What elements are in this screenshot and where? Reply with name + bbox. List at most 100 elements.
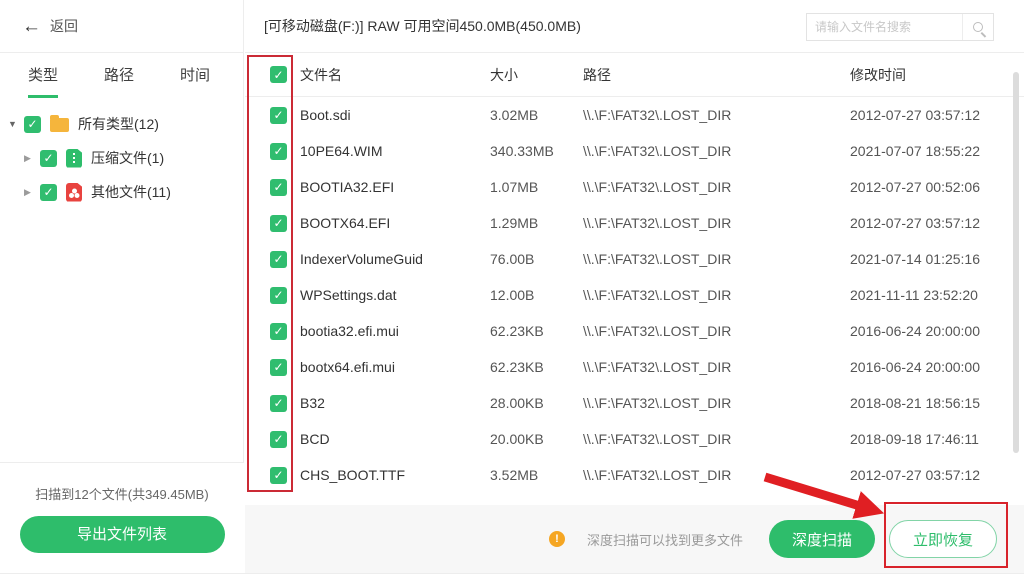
back-button[interactable]: ← 返回 — [0, 0, 243, 53]
tree-item-all-types[interactable]: ▼ 所有类型(12) — [0, 107, 243, 141]
back-arrow-icon: ← — [22, 17, 41, 36]
row-checkbox[interactable] — [270, 287, 287, 304]
file-mtime-cell: 2021-07-14 01:25:16 — [850, 251, 1024, 267]
export-file-list-button[interactable]: 导出文件列表 — [20, 516, 225, 553]
file-path-cell: \\.\F:\FAT32\.LOST_DIR — [583, 215, 850, 231]
row-checkbox[interactable] — [270, 395, 287, 412]
column-header-size[interactable]: 大小 — [490, 65, 583, 85]
table-row[interactable]: bootx64.efi.mui 62.23KB \\.\F:\FAT32\.LO… — [245, 349, 1024, 385]
file-table: 文件名 大小 路径 修改时间 Boot.sdi 3.02MB \\.\F:\FA… — [245, 53, 1024, 580]
caret-right-icon[interactable]: ▶ — [24, 153, 40, 164]
row-checkbox[interactable] — [270, 215, 287, 232]
tree-item-other-files[interactable]: ▶ 其他文件(11) — [0, 175, 243, 209]
file-mtime-cell: 2012-07-27 03:57:12 — [850, 107, 1024, 123]
tree-checkbox[interactable] — [40, 150, 57, 167]
file-size-cell: 20.00KB — [490, 431, 583, 447]
row-checkbox[interactable] — [270, 179, 287, 196]
select-all-checkbox[interactable] — [270, 66, 287, 83]
table-row[interactable]: bootia32.efi.mui 62.23KB \\.\F:\FAT32\.L… — [245, 313, 1024, 349]
file-size-cell: 62.23KB — [490, 323, 583, 339]
file-mtime-cell: 2021-11-11 23:52:20 — [850, 287, 1024, 303]
deep-scan-button[interactable]: 深度扫描 — [769, 520, 875, 558]
tree-checkbox[interactable] — [40, 184, 57, 201]
column-header-mtime[interactable]: 修改时间 — [850, 65, 1024, 85]
file-name-cell: bootia32.efi.mui — [300, 323, 490, 339]
table-header: 文件名 大小 路径 修改时间 — [245, 53, 1024, 97]
table-row[interactable]: Boot.sdi 3.02MB \\.\F:\FAT32\.LOST_DIR 2… — [245, 97, 1024, 133]
file-mtime-cell: 2021-07-07 18:55:22 — [850, 143, 1024, 159]
file-size-cell: 1.29MB — [490, 215, 583, 231]
caret-down-icon[interactable]: ▼ — [8, 119, 24, 129]
scan-summary: 扫描到12个文件(共349.45MB) — [0, 484, 244, 503]
file-path-cell: \\.\F:\FAT32\.LOST_DIR — [583, 395, 850, 411]
table-row[interactable]: IndexerVolumeGuid 76.00B \\.\F:\FAT32\.L… — [245, 241, 1024, 277]
file-name-cell: CHS_BOOT.TTF — [300, 467, 490, 483]
file-name-cell: 10PE64.WIM — [300, 143, 490, 159]
bottom-divider — [0, 573, 1024, 574]
file-name-cell: WPSettings.dat — [300, 287, 490, 303]
table-row[interactable]: BCD 20.00KB \\.\F:\FAT32\.LOST_DIR 2018-… — [245, 421, 1024, 457]
file-size-cell: 3.02MB — [490, 107, 583, 123]
tree-item-archive-files[interactable]: ▶ 压缩文件(1) — [0, 141, 243, 175]
search-button[interactable] — [962, 14, 993, 40]
caret-right-icon[interactable]: ▶ — [24, 187, 40, 198]
row-checkbox[interactable] — [270, 143, 287, 160]
other-file-icon — [66, 183, 82, 202]
file-name-cell: Boot.sdi — [300, 107, 490, 123]
table-row[interactable]: 10PE64.WIM 340.33MB \\.\F:\FAT32\.LOST_D… — [245, 133, 1024, 169]
file-recovery-window: ← 返回 类型 路径 时间 ▼ 所有类型(12) ▶ 压缩文件(1) ▶ — [0, 0, 1024, 580]
sidebar: ← 返回 类型 路径 时间 ▼ 所有类型(12) ▶ 压缩文件(1) ▶ — [0, 0, 244, 580]
back-label: 返回 — [50, 16, 78, 36]
file-path-cell: \\.\F:\FAT32\.LOST_DIR — [583, 467, 850, 483]
file-size-cell: 12.00B — [490, 287, 583, 303]
tab-path[interactable]: 路径 — [104, 64, 134, 98]
file-size-cell: 76.00B — [490, 251, 583, 267]
search-box — [806, 13, 994, 41]
file-type-tree: ▼ 所有类型(12) ▶ 压缩文件(1) ▶ 其他文件(11) — [0, 107, 243, 209]
table-row[interactable]: WPSettings.dat 12.00B \\.\F:\FAT32\.LOST… — [245, 277, 1024, 313]
file-path-cell: \\.\F:\FAT32\.LOST_DIR — [583, 323, 850, 339]
column-header-name[interactable]: 文件名 — [300, 65, 490, 85]
search-icon — [973, 22, 983, 32]
sidebar-tabs: 类型 路径 时间 — [0, 53, 243, 98]
column-header-path[interactable]: 路径 — [583, 65, 850, 85]
table-row[interactable]: CHS_BOOT.TTF 3.52MB \\.\F:\FAT32\.LOST_D… — [245, 457, 1024, 493]
drive-title: [可移动磁盘(F:)] RAW 可用空间450.0MB(450.0MB) — [264, 0, 581, 52]
tree-item-label: 压缩文件(1) — [91, 148, 164, 168]
archive-file-icon — [66, 149, 82, 168]
row-checkbox[interactable] — [270, 359, 287, 376]
file-name-cell: BOOTIA32.EFI — [300, 179, 490, 195]
tab-time[interactable]: 时间 — [180, 64, 210, 98]
deep-scan-hint: 深度扫描可以找到更多文件 — [587, 530, 743, 549]
tab-type[interactable]: 类型 — [28, 64, 58, 98]
tree-checkbox[interactable] — [24, 116, 41, 133]
table-row[interactable]: BOOTIA32.EFI 1.07MB \\.\F:\FAT32\.LOST_D… — [245, 169, 1024, 205]
vertical-scrollbar[interactable] — [1013, 72, 1019, 453]
file-mtime-cell: 2012-07-27 03:57:12 — [850, 215, 1024, 231]
file-name-cell: B32 — [300, 395, 490, 411]
file-size-cell: 1.07MB — [490, 179, 583, 195]
row-checkbox[interactable] — [270, 107, 287, 124]
file-path-cell: \\.\F:\FAT32\.LOST_DIR — [583, 251, 850, 267]
main-header: [可移动磁盘(F:)] RAW 可用空间450.0MB(450.0MB) — [245, 0, 1024, 53]
file-mtime-cell: 2016-06-24 20:00:00 — [850, 323, 1024, 339]
file-path-cell: \\.\F:\FAT32\.LOST_DIR — [583, 107, 850, 123]
file-path-cell: \\.\F:\FAT32\.LOST_DIR — [583, 287, 850, 303]
row-checkbox[interactable] — [270, 251, 287, 268]
search-input[interactable] — [807, 14, 962, 40]
recover-now-button[interactable]: 立即恢复 — [889, 520, 997, 558]
file-size-cell: 28.00KB — [490, 395, 583, 411]
table-row[interactable]: B32 28.00KB \\.\F:\FAT32\.LOST_DIR 2018-… — [245, 385, 1024, 421]
row-checkbox[interactable] — [270, 467, 287, 484]
file-mtime-cell: 2018-09-18 17:46:11 — [850, 431, 1024, 447]
row-checkbox[interactable] — [270, 323, 287, 340]
table-row[interactable]: BOOTX64.EFI 1.29MB \\.\F:\FAT32\.LOST_DI… — [245, 205, 1024, 241]
row-checkbox[interactable] — [270, 431, 287, 448]
table-body: Boot.sdi 3.02MB \\.\F:\FAT32\.LOST_DIR 2… — [245, 97, 1024, 493]
sidebar-footer: 扫描到12个文件(共349.45MB) 导出文件列表 — [0, 462, 244, 580]
file-name-cell: IndexerVolumeGuid — [300, 251, 490, 267]
action-bar: ! 深度扫描可以找到更多文件 深度扫描 立即恢复 — [245, 505, 1024, 573]
file-mtime-cell: 2012-07-27 00:52:06 — [850, 179, 1024, 195]
file-path-cell: \\.\F:\FAT32\.LOST_DIR — [583, 179, 850, 195]
warning-icon: ! — [549, 531, 565, 547]
